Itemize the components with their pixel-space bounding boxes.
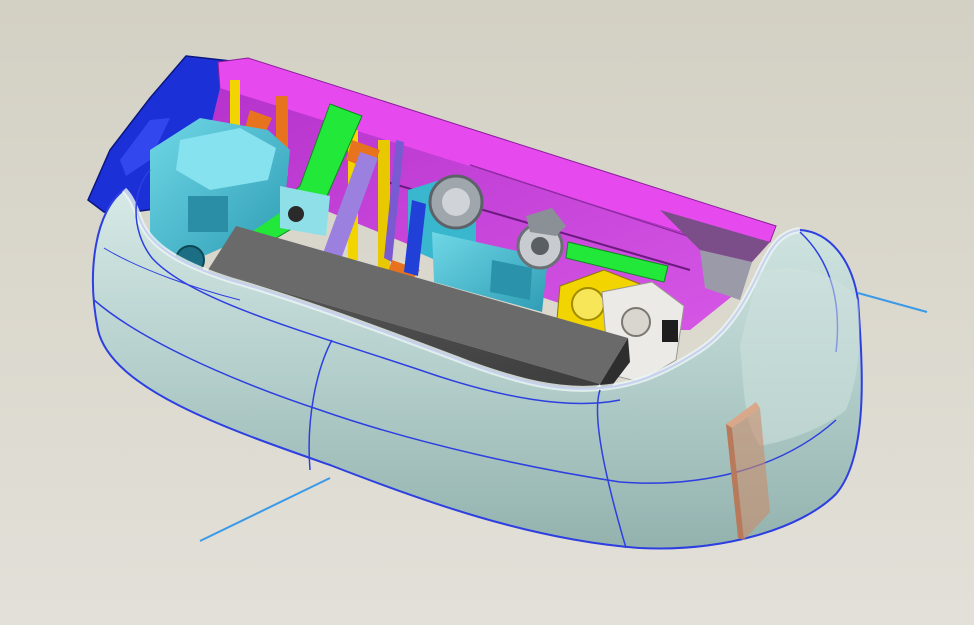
cad-viewport[interactable] (0, 0, 974, 625)
assembly-model (87, 55, 928, 550)
